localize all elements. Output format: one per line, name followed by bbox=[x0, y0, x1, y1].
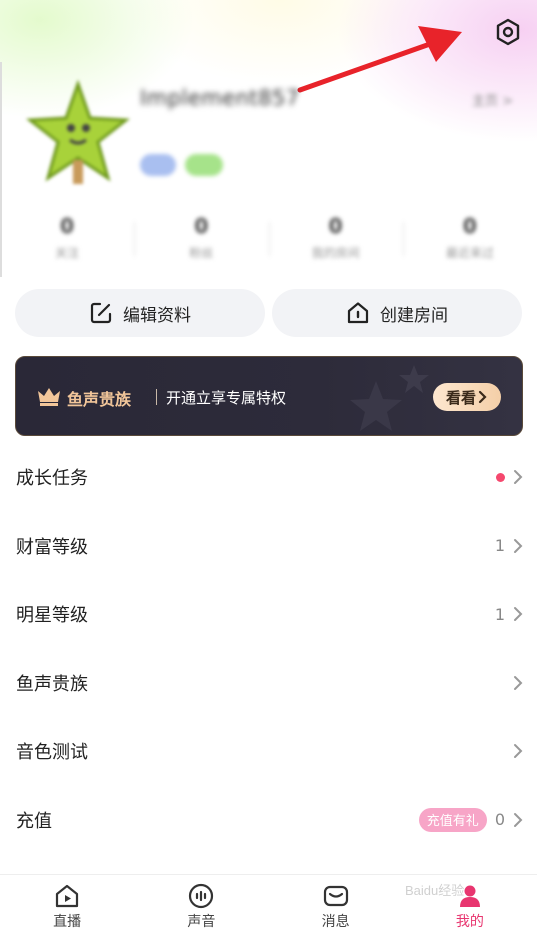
stats-row: 0 关注 0 粉丝 0 我的房间 0 最近来过 bbox=[0, 214, 537, 270]
stat-value: 0 bbox=[194, 214, 209, 238]
noble-title: 鱼声贵族 bbox=[67, 390, 132, 409]
edit-icon bbox=[90, 302, 112, 324]
menu-item-label: 鱼声贵族 bbox=[16, 673, 88, 695]
stat-value: 0 bbox=[60, 214, 75, 238]
menu-item-label: 明星等级 bbox=[16, 605, 88, 627]
noble-description: 开通立享专属特权 bbox=[166, 389, 287, 407]
chevron-right-icon bbox=[514, 470, 523, 485]
menu-item-label: 成长任务 bbox=[16, 468, 88, 490]
notification-dot bbox=[496, 472, 505, 482]
nav-label: 直播 bbox=[53, 914, 82, 930]
bottom-nav: 直播 声音 消息 我的 bbox=[0, 874, 537, 938]
menu-item-star-level[interactable]: 明星等级 1 bbox=[0, 580, 537, 649]
menu-item-wealth-level[interactable]: 财富等级 1 bbox=[0, 512, 537, 581]
menu-item-label: 充值 bbox=[16, 810, 52, 832]
level-badge bbox=[185, 154, 223, 176]
username: Implement857 bbox=[140, 86, 300, 110]
create-room-label: 创建房间 bbox=[380, 305, 448, 326]
view-noble-button[interactable]: 看看 bbox=[433, 383, 501, 411]
stat-rooms[interactable]: 0 我的房间 bbox=[268, 214, 403, 270]
edit-profile-button[interactable]: 编辑资料 bbox=[15, 289, 265, 337]
create-room-button[interactable]: 创建房间 bbox=[272, 289, 522, 337]
nav-label: 我的 bbox=[455, 914, 484, 930]
profile-icon bbox=[459, 885, 480, 907]
stat-visitors[interactable]: 0 最近来过 bbox=[402, 214, 537, 270]
stat-fans[interactable]: 0 粉丝 bbox=[134, 214, 268, 270]
crown-icon bbox=[38, 388, 60, 406]
profile-header: Implement857 主页 > 0 关注 0 粉丝 0 我的房间 0 最近来… bbox=[0, 0, 537, 280]
chevron-right-icon bbox=[514, 675, 523, 690]
home-icon bbox=[56, 884, 79, 908]
menu-item-voice-test[interactable]: 音色测试 bbox=[0, 717, 537, 786]
profile-link[interactable]: 主页 > bbox=[472, 90, 513, 109]
menu-item-value: 1 bbox=[494, 604, 505, 624]
nav-label: 声音 bbox=[187, 914, 216, 930]
edit-profile-label: 编辑资料 bbox=[123, 305, 191, 326]
stat-label: 关注 bbox=[55, 246, 80, 260]
menu-item-label: 音色测试 bbox=[16, 742, 88, 764]
house-icon bbox=[347, 302, 369, 324]
stat-label: 最近来过 bbox=[445, 246, 494, 260]
menu-item-recharge[interactable]: 充值 充值有礼 0 bbox=[0, 786, 537, 855]
message-icon bbox=[323, 885, 348, 907]
nav-item-messages[interactable]: 消息 bbox=[269, 875, 403, 938]
chevron-right-icon bbox=[514, 538, 523, 553]
chevron-right-icon bbox=[514, 607, 523, 622]
stat-value: 0 bbox=[328, 214, 343, 238]
nav-item-live[interactable]: 直播 bbox=[0, 875, 134, 938]
stat-value: 0 bbox=[462, 214, 477, 238]
stat-label: 我的房间 bbox=[311, 246, 360, 260]
menu-item-growth-tasks[interactable]: 成长任务 bbox=[0, 443, 537, 512]
recharge-gift-badge[interactable]: 充值有礼 bbox=[418, 807, 487, 832]
nav-label: 消息 bbox=[321, 914, 350, 930]
nav-item-voice[interactable]: 声音 bbox=[134, 875, 268, 938]
chevron-right-icon bbox=[478, 390, 487, 404]
chevron-right-icon bbox=[514, 812, 523, 827]
menu-item-noble[interactable]: 鱼声贵族 bbox=[0, 649, 537, 718]
settings-icon bbox=[496, 18, 520, 46]
menu-item-value: 0 bbox=[494, 810, 505, 830]
stars-decoration-icon bbox=[350, 365, 429, 431]
menu-list: 成长任务 财富等级 1 明星等级 1 鱼声贵族 音色测试 充值 充值有礼 0 bbox=[0, 443, 537, 854]
divider bbox=[156, 389, 157, 405]
stat-label: 粉丝 bbox=[189, 246, 214, 260]
menu-item-label: 财富等级 bbox=[16, 536, 88, 558]
noble-banner[interactable]: 鱼声贵族 开通立享专属特权 看看 bbox=[15, 356, 523, 436]
nav-item-profile[interactable]: 我的 bbox=[403, 875, 537, 938]
level-badge bbox=[140, 154, 176, 176]
chevron-right-icon bbox=[514, 744, 523, 759]
view-noble-label: 看看 bbox=[445, 388, 476, 407]
avatar[interactable] bbox=[26, 80, 130, 188]
stat-follow[interactable]: 0 关注 bbox=[0, 214, 134, 270]
menu-item-value: 1 bbox=[494, 536, 505, 556]
annotation-arrow-icon bbox=[297, 26, 462, 93]
settings-button[interactable] bbox=[490, 14, 526, 50]
voice-icon bbox=[189, 883, 214, 909]
